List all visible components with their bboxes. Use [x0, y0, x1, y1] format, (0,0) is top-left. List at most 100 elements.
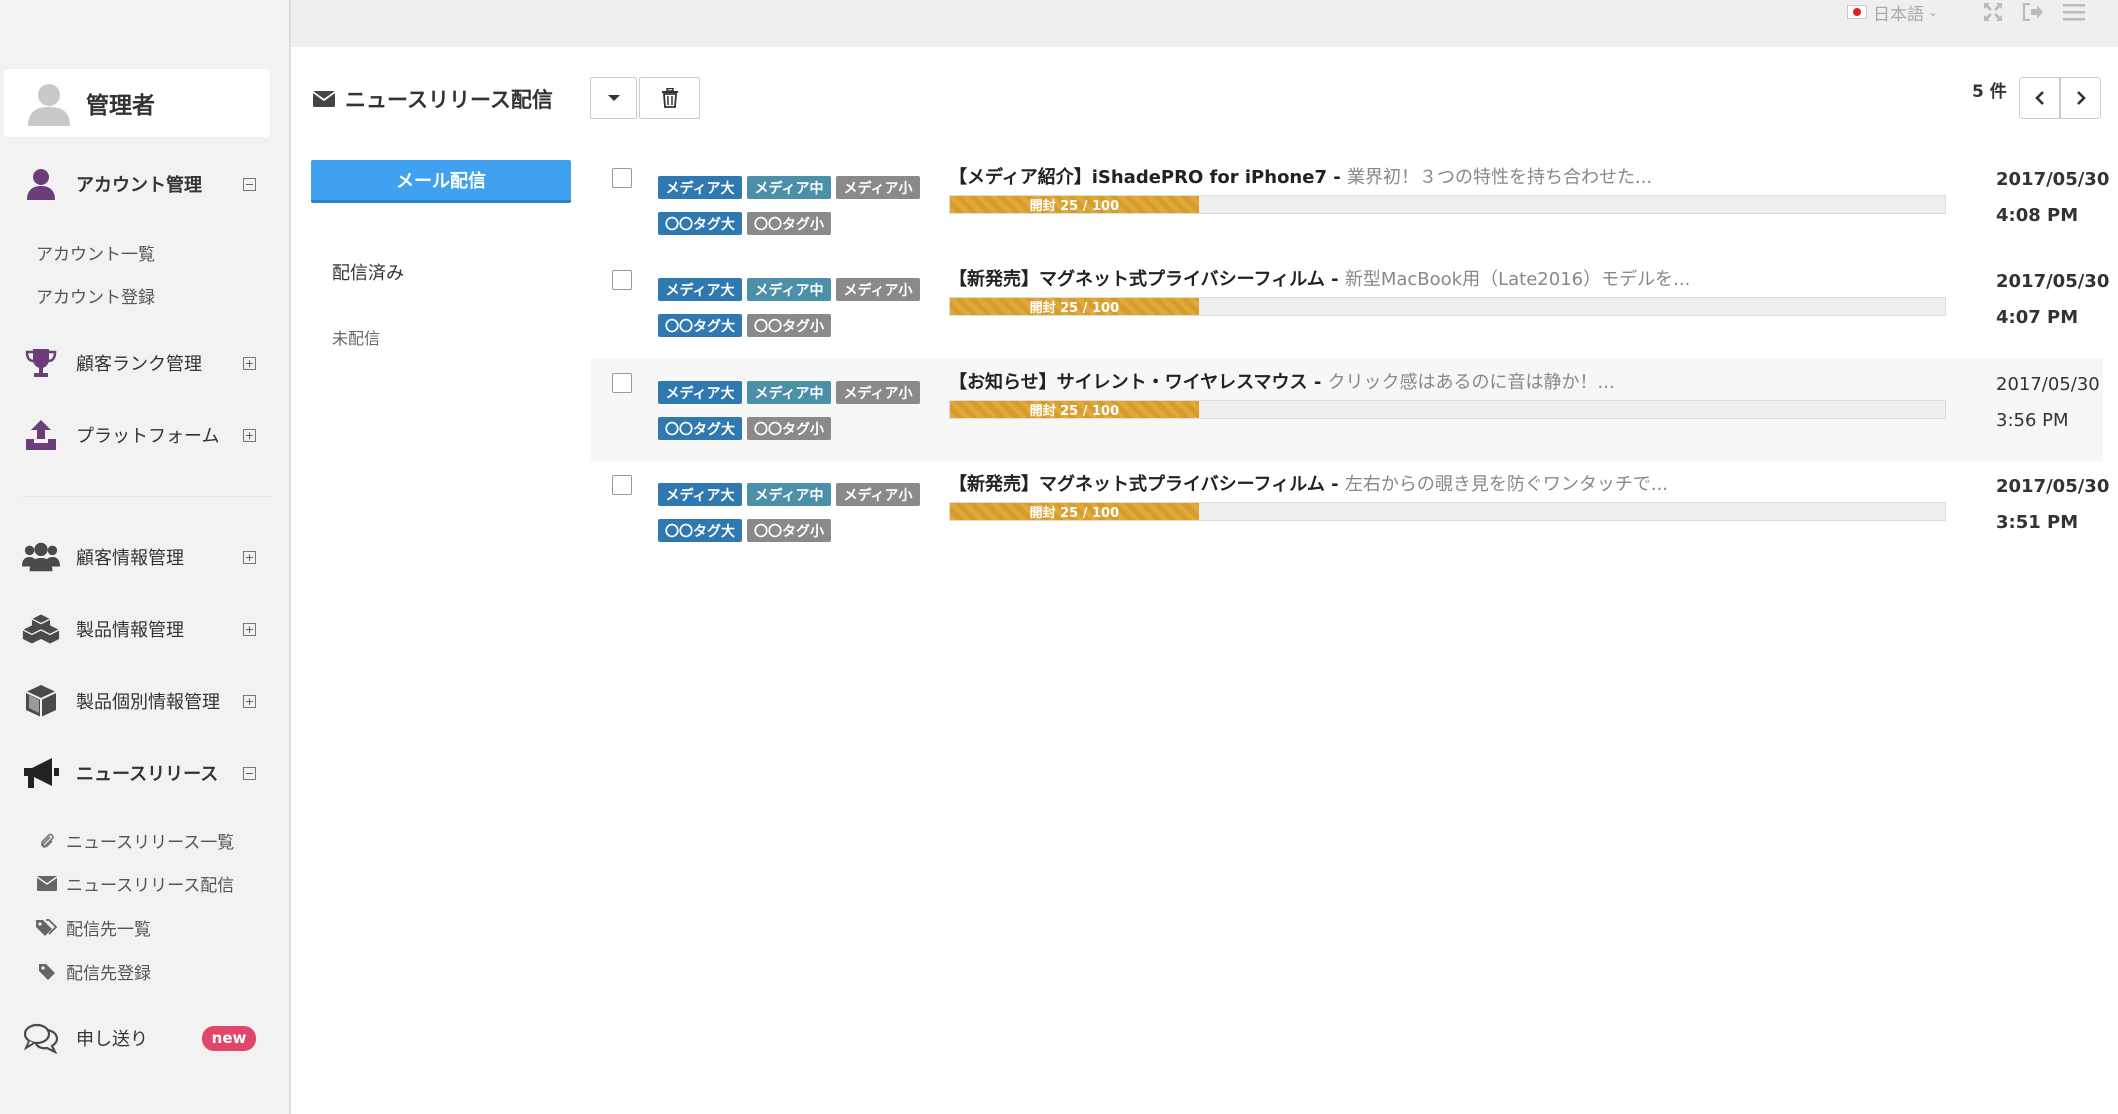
nav-account-management[interactable]: アカウント管理 − [0, 164, 270, 204]
language-selector[interactable]: 日本語 ⌄ [1847, 0, 1938, 25]
tag-icon [36, 963, 58, 981]
message-datetime: 2017/05/30 4:07 PM [1996, 264, 2109, 336]
message-row[interactable]: メディア大 メディア中 メディア小 〇〇タグ大 〇〇タグ小 【お知らせ】サイレント・ワイヤ… [591, 359, 2103, 461]
cube-icon [22, 682, 60, 720]
message-row[interactable]: メディア大 メディア中 メディア小 〇〇タグ大 〇〇タグ小 【新発売】マグネット式プライバ… [591, 461, 2109, 563]
message-row[interactable]: メディア大 メディア中 メディア小 〇〇タグ大 〇〇タグ小 【新発売】マグネット式プライバ… [591, 256, 2109, 358]
nav-account-register[interactable]: アカウント登録 [36, 283, 155, 308]
progress-label: 開封 25 / 100 [1029, 404, 1120, 419]
message-date: 2017/05/30 [1996, 476, 2110, 497]
nav-recipient-register[interactable]: 配信先登録 [36, 959, 151, 984]
folder-unsent[interactable]: 未配信 [332, 325, 380, 349]
collapse-icon[interactable]: − [243, 766, 256, 780]
message-title: 【新発売】マグネット式プライバシーフィルム - [949, 474, 1345, 495]
nav-customer-info[interactable]: 顧客情報管理 + [0, 537, 270, 577]
comments-icon [22, 1019, 60, 1057]
folder-sent[interactable]: 配信済み [332, 259, 404, 285]
compose-mail-button[interactable]: メール配信 [311, 160, 571, 203]
custom-tag: 〇〇タグ大 [658, 417, 742, 440]
nav-news-list[interactable]: ニュースリリース一覧 [36, 828, 234, 853]
new-badge: new [202, 1025, 256, 1051]
profile-card[interactable]: 管理者 [4, 69, 270, 137]
message-subject[interactable]: 【メディア紹介】iShadePRO for iPhone7 - 業界初！３つの特… [949, 163, 1652, 189]
message-title: 【新発売】マグネット式プライバシーフィルム - [949, 269, 1345, 290]
message-date: 2017/05/30 [1996, 169, 2110, 190]
media-tag: メディア大 [658, 176, 742, 199]
chevron-left-icon [2034, 91, 2044, 105]
custom-tag: 〇〇タグ小 [747, 314, 831, 337]
message-time: 4:07 PM [1996, 307, 2079, 328]
result-count: 5 件 [1972, 82, 2007, 102]
nav-product-info[interactable]: 製品情報管理 + [0, 609, 270, 649]
trophy-icon [22, 344, 60, 382]
message-date: 2017/05/30 [1996, 271, 2110, 292]
expand-icon[interactable]: + [243, 428, 256, 442]
open-rate-progress: 開封 25 / 100 [949, 400, 1946, 419]
nav-news-delivery[interactable]: ニュースリリース配信 [36, 871, 234, 896]
envelope-icon [313, 91, 335, 107]
logout-icon[interactable] [2022, 1, 2044, 23]
row-checkbox[interactable] [612, 475, 632, 495]
media-tag: メディア小 [836, 176, 920, 199]
message-excerpt: 新型MacBook用（Late2016）モデルを... [1344, 269, 1691, 290]
message-subject[interactable]: 【お知らせ】サイレント・ワイヤレスマウス - クリック感はあるのに音は静か！..… [949, 368, 1615, 394]
message-subject[interactable]: 【新発売】マグネット式プライバシーフィルム - 新型MacBook用（Late2… [949, 265, 1690, 291]
nav-label: ニュースリリース配信 [66, 876, 235, 896]
user-avatar-icon [28, 84, 70, 126]
select-dropdown-button[interactable] [590, 77, 637, 119]
custom-tag: 〇〇タグ小 [747, 519, 831, 542]
open-rate-progress: 開封 25 / 100 [949, 502, 1946, 521]
nav-news-release[interactable]: ニュースリリース − [0, 753, 270, 793]
open-rate-progress: 開封 25 / 100 [949, 195, 1946, 214]
menu-icon[interactable] [2063, 1, 2085, 23]
expand-icon[interactable]: + [243, 356, 256, 370]
custom-tag: 〇〇タグ大 [658, 519, 742, 542]
message-time: 3:51 PM [1996, 512, 2079, 533]
nav-label: 顧客ランク管理 [76, 354, 202, 375]
media-tag: メディア小 [836, 483, 920, 506]
nav-product-item-info[interactable]: 製品個別情報管理 + [0, 681, 270, 721]
users-icon [22, 538, 60, 576]
message-datetime: 2017/05/30 4:08 PM [1996, 162, 2109, 234]
upload-icon [22, 416, 60, 454]
expand-icon[interactable]: + [243, 622, 256, 636]
row-checkbox[interactable] [612, 373, 632, 393]
page-title-text: ニュースリリース配信 [345, 88, 553, 112]
delete-button[interactable] [639, 77, 700, 119]
progress-label: 開封 25 / 100 [1029, 199, 1120, 214]
custom-tag: 〇〇タグ大 [658, 212, 742, 235]
custom-tag: 〇〇タグ大 [658, 314, 742, 337]
message-title: 【メディア紹介】iShadePRO for iPhone7 - [949, 167, 1347, 188]
message-row[interactable]: メディア大 メディア中 メディア小 〇〇タグ大 〇〇タグ小 【メディア紹介】iShadeP… [591, 154, 2109, 256]
page-title: ニュースリリース配信 [313, 84, 553, 114]
nav-platform[interactable]: プラットフォーム + [0, 415, 270, 455]
open-rate-progress: 開封 25 / 100 [949, 297, 1946, 316]
message-datetime: 2017/05/30 3:51 PM [1996, 469, 2109, 541]
sidebar-divider [22, 496, 272, 497]
nav-recipient-list[interactable]: 配信先一覧 [36, 915, 151, 940]
row-checkbox[interactable] [612, 270, 632, 290]
media-tag: メディア小 [836, 381, 920, 404]
nav-account-list[interactable]: アカウント一覧 [36, 240, 155, 265]
nav-label: 配信先登録 [66, 964, 151, 984]
message-subject[interactable]: 【新発売】マグネット式プライバシーフィルム - 左右からの覗き見を防ぐワンタッチ… [949, 470, 1668, 496]
collapse-icon[interactable]: − [243, 177, 256, 191]
nav-label: プラットフォーム [76, 426, 220, 447]
media-tag: メディア中 [747, 176, 831, 199]
next-page-button[interactable] [2060, 77, 2101, 119]
expand-icon[interactable]: + [243, 694, 256, 708]
row-checkbox[interactable] [612, 168, 632, 188]
nav-memo[interactable]: 申し送り new [0, 1018, 270, 1058]
prev-page-button[interactable] [2019, 77, 2060, 119]
nav-label: 製品情報管理 [76, 620, 184, 641]
paperclip-icon [36, 832, 58, 850]
expand-icon[interactable]: + [243, 550, 256, 564]
nav-customer-rank[interactable]: 顧客ランク管理 + [0, 343, 270, 383]
media-tag: メディア大 [658, 381, 742, 404]
user-name: 管理者 [86, 93, 155, 119]
custom-tag: 〇〇タグ小 [747, 417, 831, 440]
message-time: 3:56 PM [1996, 410, 2069, 431]
fullscreen-icon[interactable] [1982, 1, 2004, 23]
tags-icon [36, 918, 58, 937]
megaphone-icon [22, 754, 60, 792]
